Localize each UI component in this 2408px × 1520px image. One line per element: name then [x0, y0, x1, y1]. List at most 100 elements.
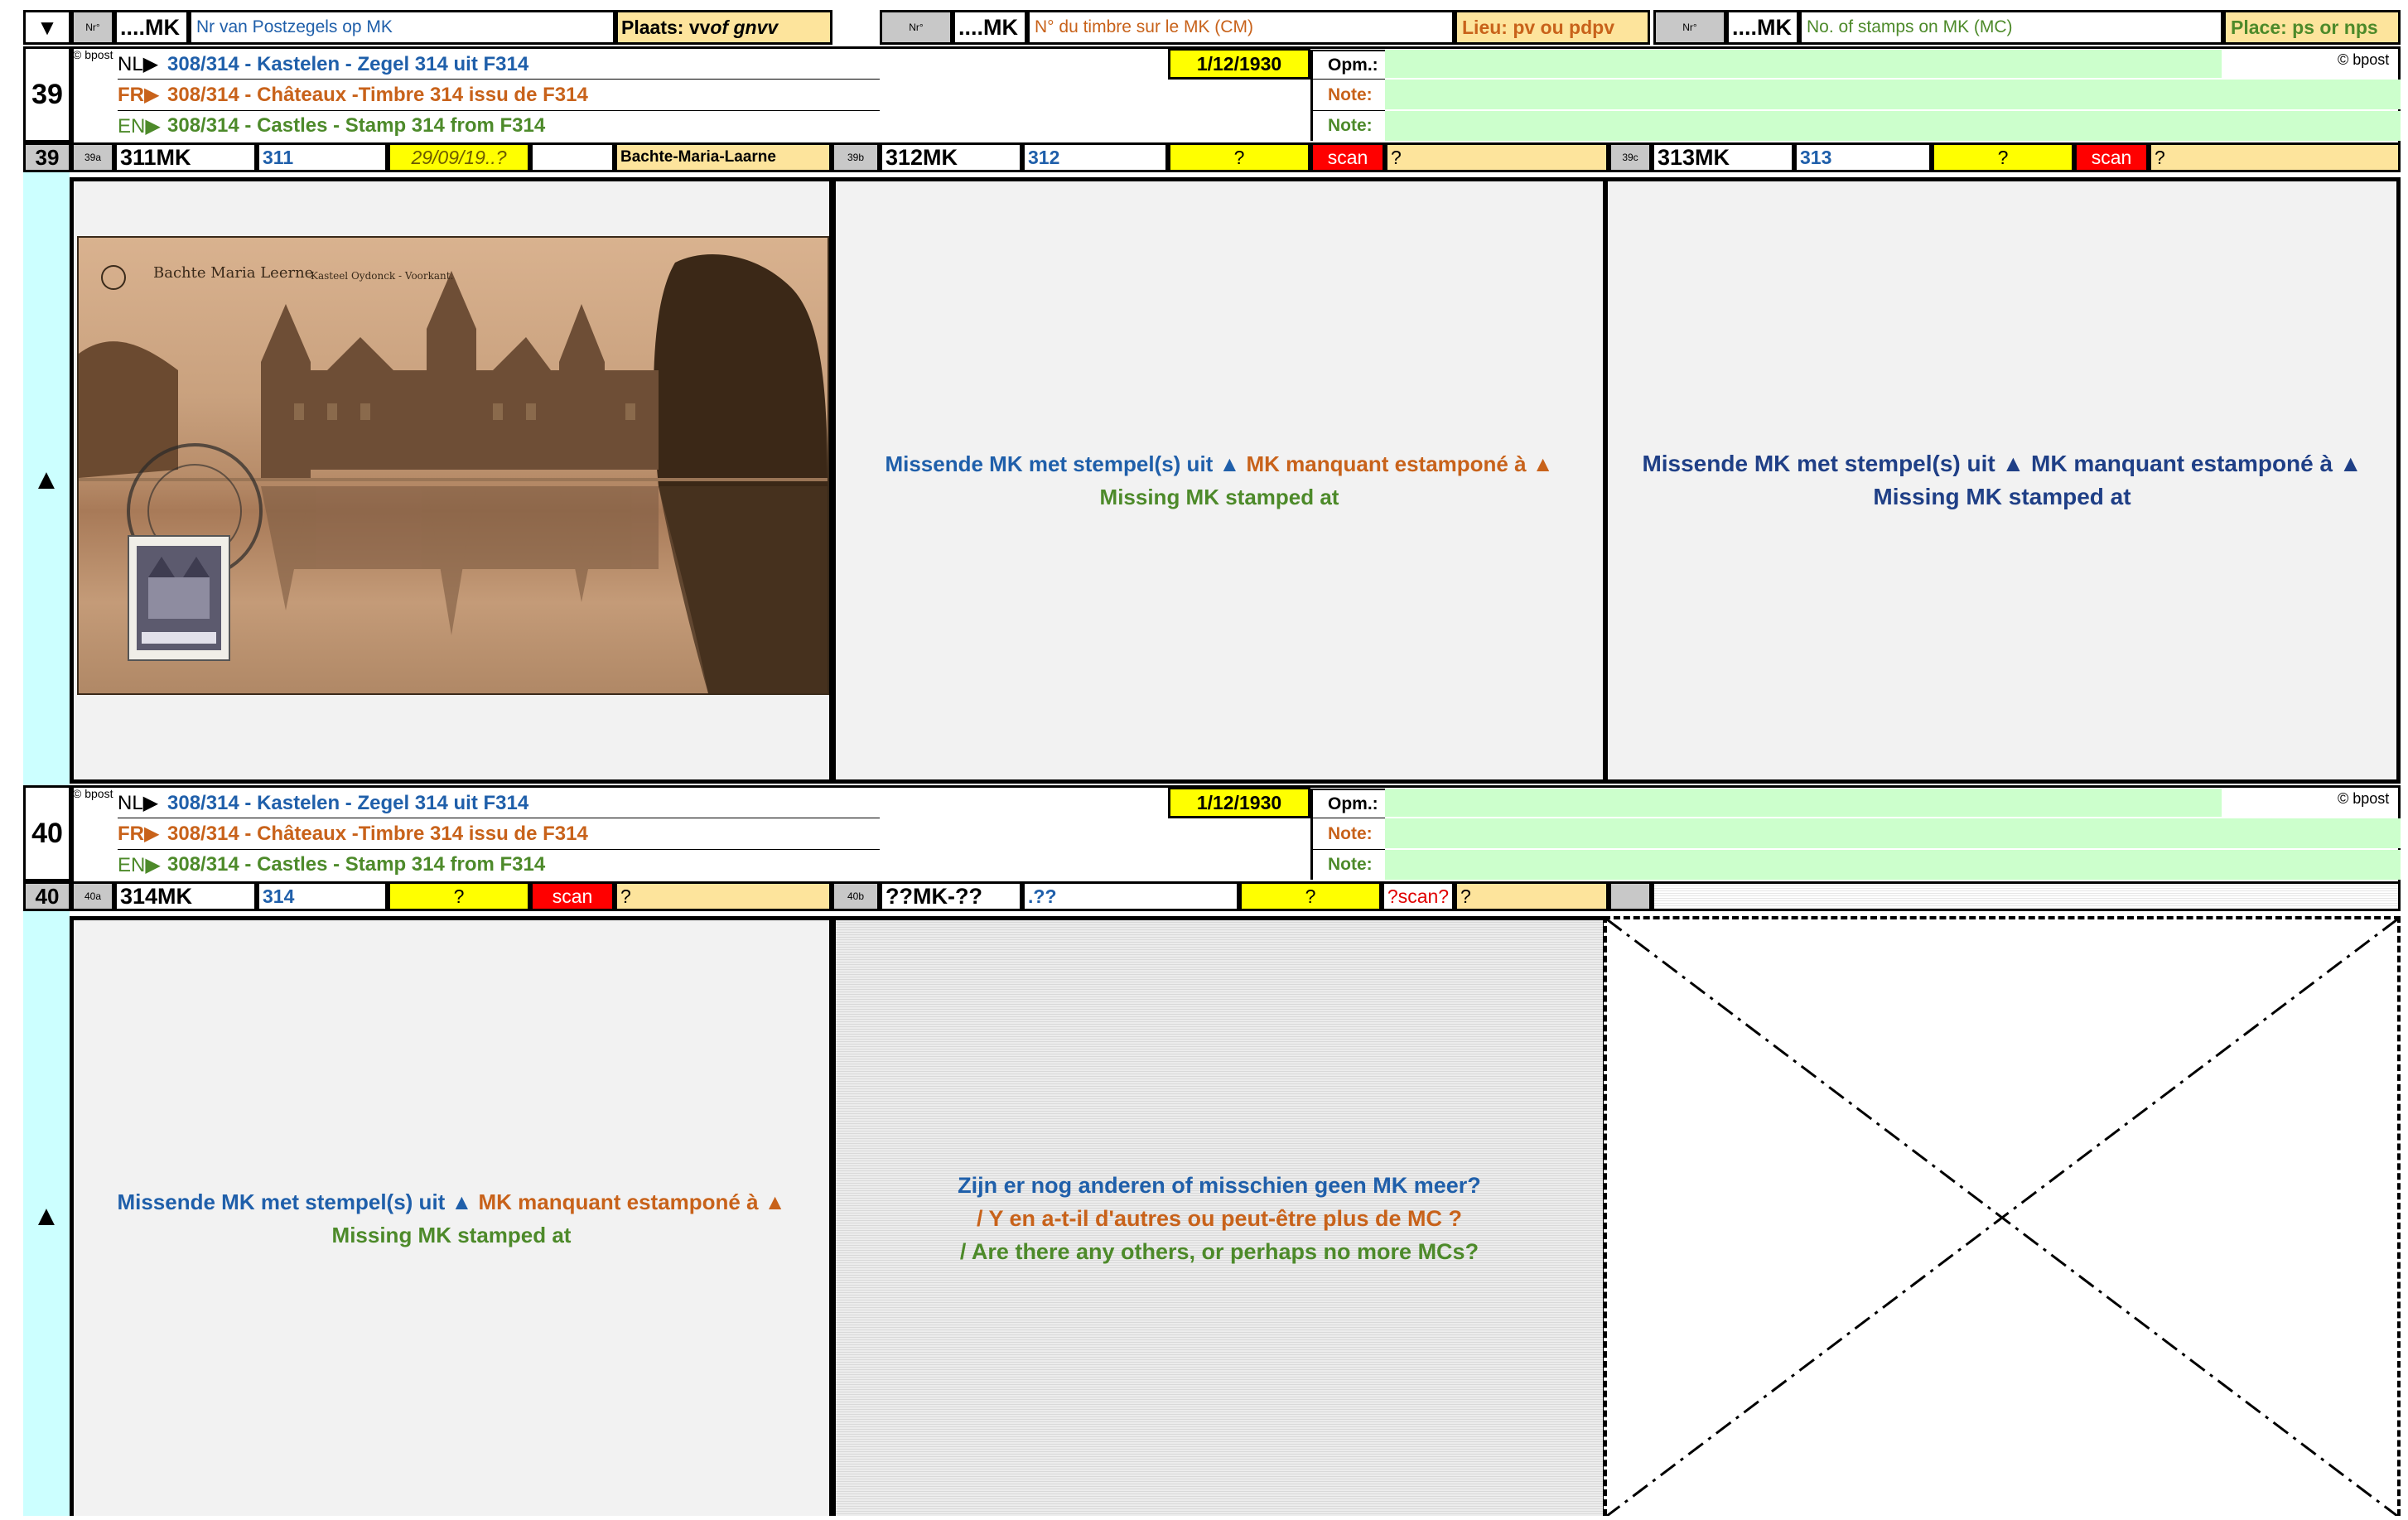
- lang-line-en: EN▶ 308/314 - Castles - Stamp 314 from F…: [118, 850, 880, 880]
- sub-id: 40a: [71, 881, 114, 911]
- place-name: Bachte-Maria-Laarne: [615, 142, 832, 172]
- missing-en: Missing MK stamped at: [331, 1222, 572, 1247]
- header-fr-mk: ....MK: [953, 10, 1027, 45]
- lang-code: NL▶: [118, 53, 159, 75]
- image-panel-39a: Bachte Maria Leerne Kasteel Oydonck - Vo…: [70, 177, 833, 784]
- note-en-field[interactable]: [1385, 850, 2401, 880]
- stamp-date: ?: [388, 881, 530, 911]
- missing-fr: MK manquant estamponé à ▲: [2031, 451, 2362, 476]
- header-nl-mk: ....MK: [114, 10, 189, 45]
- bpost-mark: © bpost: [73, 787, 113, 800]
- missing-fr: MK manquant estamponé à ▲: [478, 1189, 786, 1214]
- lang-line-en: EN▶ 308/314 - Castles - Stamp 314 from F…: [118, 111, 880, 141]
- mk-code: ??MK-??: [880, 881, 1022, 911]
- image-panel-39b: Missende MK met stempel(s) uit ▲ MK manq…: [832, 177, 1607, 784]
- header-en-mk: ....MK: [1726, 10, 1799, 45]
- postcard-subcaption: Kasteel Oydonck - Voorkant.: [311, 270, 453, 282]
- header-fr-place: Lieu: pv ou pdpv: [1455, 10, 1650, 45]
- note-fr-field[interactable]: [1385, 80, 2401, 109]
- sub-id: 39c: [1609, 142, 1652, 172]
- image-panel-39c: Missende MK met stempel(s) uit ▲ MK manq…: [1604, 177, 2401, 784]
- stamp-number: 312: [1022, 142, 1168, 172]
- lang-code: FR▶: [118, 84, 160, 106]
- row-number: 40: [23, 881, 71, 911]
- place-unknown: ?: [1385, 142, 1609, 172]
- bpost-mark: © bpost: [73, 48, 113, 61]
- postcard-image[interactable]: Bachte Maria Leerne Kasteel Oydonck - Vo…: [77, 236, 829, 695]
- header-nl-nr: Nr°: [71, 10, 114, 45]
- lang-text: 308/314 - Kastelen - Zegel 314 uit F314: [167, 52, 529, 75]
- lang-text: 308/314 - Kastelen - Zegel 314 uit F314: [167, 791, 529, 814]
- header-en-nr: Nr°: [1653, 10, 1726, 45]
- mk-code: 311MK: [114, 142, 257, 172]
- lang-code: EN▶: [118, 114, 161, 138]
- stamp-number: .??: [1022, 881, 1239, 911]
- missing-fr: MK manquant estamponé à ▲: [1246, 451, 1554, 476]
- header-nl-title: Nr van Postzegels op MK: [189, 10, 615, 45]
- stamp-date: ?: [1932, 142, 2074, 172]
- scan-button[interactable]: scan: [1310, 142, 1385, 172]
- header-fr-title: N° du timbre sur le MK (CM): [1027, 10, 1455, 45]
- header-nl-place: Plaats: vv of gnvv: [615, 10, 832, 45]
- stamp-number: 313: [1794, 142, 1932, 172]
- note-fr-field[interactable]: [1385, 818, 2401, 848]
- place-unknown: ?: [1455, 881, 1609, 911]
- opm-field[interactable]: [1385, 50, 2222, 78]
- question-fr: / Y en a-t-il d'autres ou peut-être plus…: [977, 1205, 1462, 1231]
- sub-id: 40b: [832, 881, 880, 911]
- cross-placeholder-icon: [1606, 918, 2398, 1518]
- postcard-caption: Bachte Maria Leerne: [153, 264, 313, 282]
- scan-button[interactable]: scan: [530, 881, 615, 911]
- lang-text: 308/314 - Castles - Stamp 314 from F314: [167, 853, 546, 876]
- missing-en: Missing MK stamped at: [1873, 484, 2131, 509]
- note-fr-label: Note:: [1310, 80, 1385, 111]
- missing-mk-note: Missende MK met stempel(s) uit ▲ MK manq…: [836, 447, 1603, 514]
- lang-line-fr: FR▶ 308/314 - Châteaux -Timbre 314 issu …: [118, 818, 880, 850]
- bpost-mark-right: © bpost: [2338, 790, 2390, 807]
- mk-code: 312MK: [880, 142, 1022, 172]
- castle-illustration: Bachte Maria Leerne Kasteel Oydonck - Vo…: [79, 254, 828, 693]
- mk-code: 313MK: [1652, 142, 1794, 172]
- empty-sub: [1609, 881, 1652, 911]
- stamp-number: 314: [257, 881, 388, 911]
- lang-text: 308/314 - Castles - Stamp 314 from F314: [167, 114, 546, 137]
- side-arrow[interactable]: ▲: [23, 916, 70, 1516]
- opm-field[interactable]: [1385, 789, 2222, 817]
- opm-label: Opm.:: [1310, 50, 1385, 80]
- missing-nl: Missende MK met stempel(s) uit ▲: [117, 1189, 473, 1214]
- lang-code: NL▶: [118, 792, 159, 814]
- image-panel-40a: Missende MK met stempel(s) uit ▲ MK manq…: [70, 916, 833, 1516]
- gap-cell: [530, 142, 615, 172]
- stamp-date: ?: [1168, 142, 1310, 172]
- block-number: 39: [23, 46, 71, 142]
- lang-line-nl: NL▶ 308/314 - Kastelen - Zegel 314 uit F…: [118, 789, 880, 818]
- lang-code: FR▶: [118, 823, 160, 845]
- stamp-number: 311: [257, 142, 388, 172]
- missing-mk-note: Missende MK met stempel(s) uit ▲ MK manq…: [74, 1185, 829, 1252]
- missing-nl: Missende MK met stempel(s) uit ▲: [885, 451, 1241, 476]
- empty-row: [1652, 881, 2401, 911]
- note-en-label: Note:: [1310, 850, 1385, 880]
- bpost-mark-right: © bpost: [2338, 51, 2390, 68]
- note-en-field[interactable]: [1385, 111, 2401, 141]
- place-unknown: ?: [615, 881, 832, 911]
- note-en-label: Note:: [1310, 111, 1385, 141]
- question-note: Zijn er nog anderen of misschien geen MK…: [836, 1169, 1603, 1268]
- mk-code: 314MK: [114, 881, 257, 911]
- header-arrow[interactable]: ▼: [23, 10, 71, 45]
- opm-label: Opm.:: [1310, 789, 1385, 818]
- stamp-date: 29/09/19..?: [388, 142, 530, 172]
- header-fr-nr: Nr°: [880, 10, 953, 45]
- side-arrow[interactable]: ▲: [23, 177, 70, 782]
- place-unknown: ?: [2149, 142, 2401, 172]
- scan-uncertain[interactable]: ?scan?: [1382, 881, 1455, 911]
- row-number: 39: [23, 142, 71, 172]
- note-fr-label: Note:: [1310, 818, 1385, 850]
- stamp-date: ?: [1239, 881, 1382, 911]
- lang-text: 308/314 - Châteaux -Timbre 314 issu de F…: [167, 822, 588, 845]
- missing-mk-note: Missende MK met stempel(s) uit ▲ MK manq…: [1608, 447, 2396, 514]
- lang-text: 308/314 - Châteaux -Timbre 314 issu de F…: [167, 83, 588, 106]
- scan-button[interactable]: scan: [2074, 142, 2149, 172]
- sub-id: 39a: [71, 142, 114, 172]
- issue-date: 1/12/1930: [1168, 787, 1310, 818]
